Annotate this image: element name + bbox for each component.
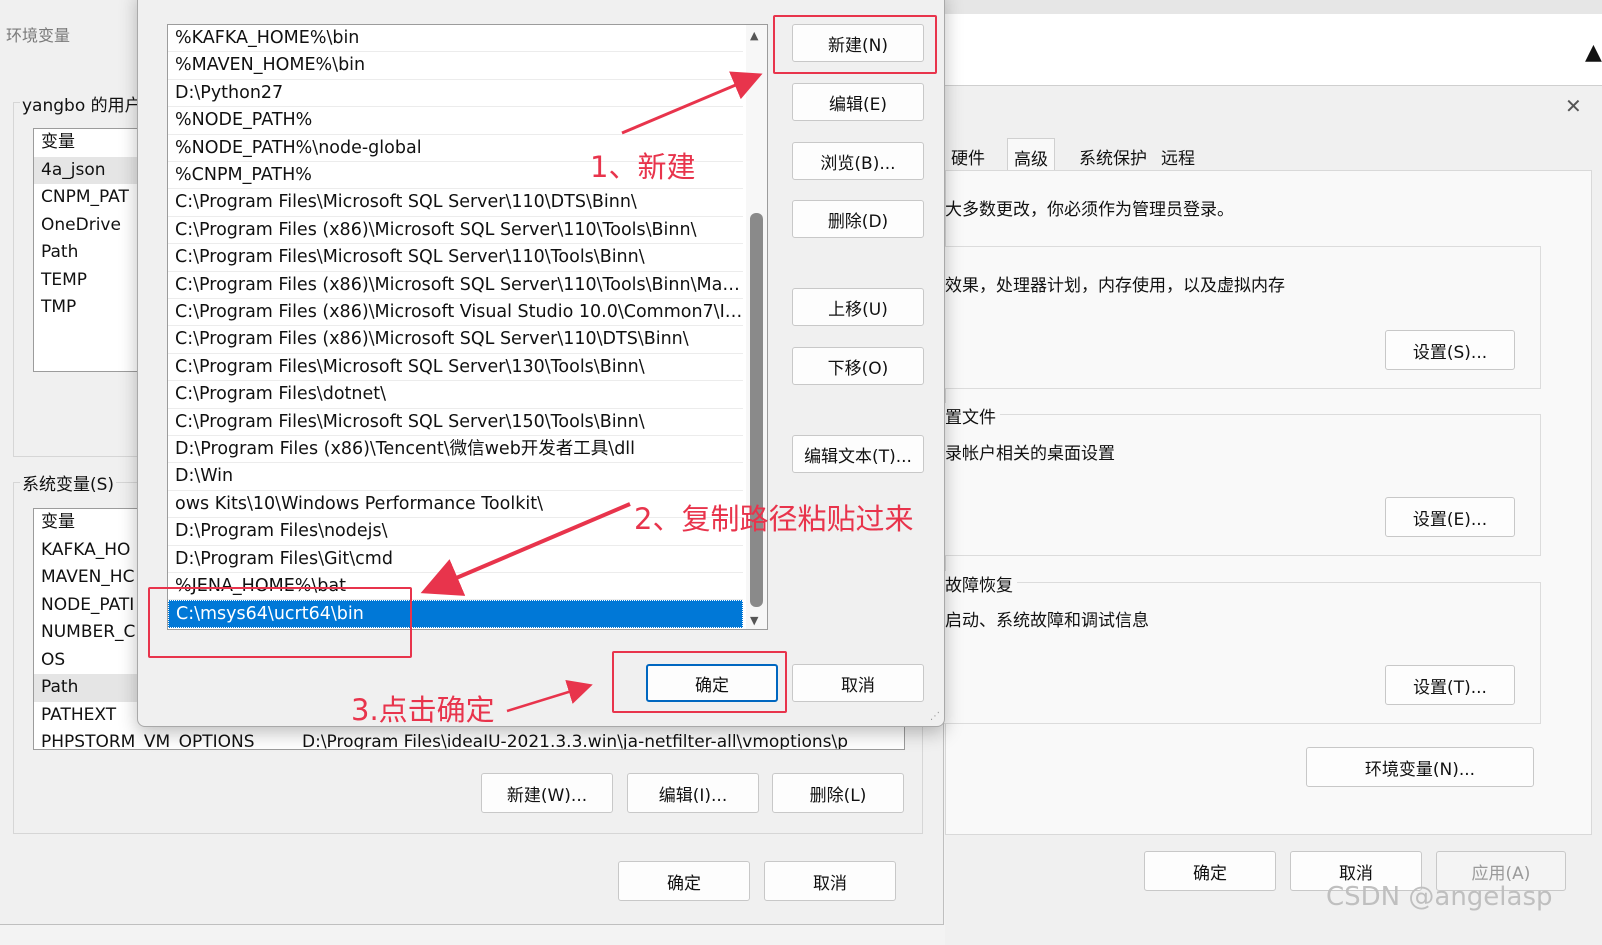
env-cancel-button[interactable]: 取消 <box>764 861 896 901</box>
user-vars-label: yangbo 的用户 <box>20 91 144 116</box>
path-entry[interactable]: C:\Program Files\Microsoft SQL Server\11… <box>168 244 743 272</box>
path-cancel-button[interactable]: 取消 <box>792 664 924 702</box>
list-item[interactable]: PHPSTORM_VM_OPTIONS D:\Program Files\ide… <box>34 729 904 750</box>
path-entry[interactable]: C:\Program Files\Microsoft SQL Server\11… <box>168 189 743 217</box>
scrollbar-thumb[interactable] <box>750 213 763 607</box>
highlight-new-entry <box>148 587 412 658</box>
path-entry[interactable]: D:\Win <box>168 463 743 491</box>
path-entry[interactable]: D:\Program Files\Git\cmd <box>168 546 743 573</box>
startup-settings-button[interactable]: 设置(T)... <box>1385 665 1515 705</box>
list-item-name: PHPSTORM_VM_OPTIONS <box>41 732 255 750</box>
path-entry[interactable]: %NODE_PATH% <box>168 107 743 135</box>
profile-title: 置文件 <box>945 403 1000 428</box>
path-move-down-button[interactable]: 下移(O) <box>792 347 924 385</box>
close-icon[interactable]: ✕ <box>1565 94 1582 118</box>
path-edit-button[interactable]: 编辑(E) <box>792 83 924 121</box>
system-vars-label: 系统变量(S) <box>20 470 117 495</box>
path-entry[interactable]: C:\Program Files (x86)\Microsoft SQL Ser… <box>168 272 743 299</box>
tab-advanced[interactable]: 高级 <box>1007 138 1055 170</box>
profile-desc: 录帐户相关的桌面设置 <box>945 444 1115 464</box>
path-entry[interactable]: C:\Program Files (x86)\Microsoft SQL Ser… <box>168 217 743 245</box>
path-move-up-button[interactable]: 上移(U) <box>792 288 924 326</box>
list-item-value: D:\Program Files\ideaIU-2021.3.3.win\ja-… <box>302 732 849 750</box>
performance-settings-button[interactable]: 设置(S)... <box>1385 330 1515 370</box>
sysprops-ok-button[interactable]: 确定 <box>1144 851 1276 891</box>
path-entry[interactable]: C:\Program Files\dotnet\ <box>168 381 743 409</box>
highlight-ok-button <box>612 651 787 713</box>
startup-title: 故障恢复 <box>945 571 1017 596</box>
env-ok-button[interactable]: 确定 <box>618 861 750 901</box>
path-entry[interactable]: C:\Program Files\Microsoft SQL Server\15… <box>168 409 743 436</box>
path-delete-button[interactable]: 删除(D) <box>792 200 924 238</box>
path-list-scrollbar[interactable]: ▲ ▼ <box>746 25 767 629</box>
path-entry[interactable]: %MAVEN_HOME%\bin <box>168 52 743 80</box>
path-entry[interactable]: D:\Program Files (x86)\Tencent\微信web开发者工… <box>168 436 743 464</box>
tab-hardware[interactable]: 硬件 <box>945 138 991 170</box>
path-entries-list[interactable]: %KAFKA_HOME%\bin %MAVEN_HOME%\bin D:\Pytho… <box>167 24 768 630</box>
system-delete-button[interactable]: 删除(L) <box>772 773 904 813</box>
system-properties-window: ▲ ✕ 硬件 高级 系统保护 远程 大多数更改，你必须作为管理员登录。 效果，处… <box>943 0 1602 945</box>
startup-desc: 启动、系统故障和调试信息 <box>945 611 1149 631</box>
admin-note: 大多数更改，你必须作为管理员登录。 <box>945 200 1234 220</box>
annotation-step3: 3.点击确定 <box>351 693 495 727</box>
path-entry[interactable]: C:\Program Files (x86)\Microsoft Visual … <box>168 299 743 327</box>
annotation-step1: 1、新建 <box>590 150 696 184</box>
resize-grip-icon[interactable]: ⋰ <box>930 711 940 722</box>
profile-settings-button[interactable]: 设置(E)... <box>1385 497 1515 537</box>
window-title: 环境变量 <box>6 26 71 45</box>
cursor-icon: ▲ <box>1585 40 1602 65</box>
scroll-up-icon[interactable]: ▲ <box>750 29 758 42</box>
environment-variables-button[interactable]: 环境变量(N)... <box>1306 747 1534 787</box>
performance-desc: 效果，处理器计划，内存使用，以及虚拟内存 <box>945 276 1285 296</box>
scroll-down-icon[interactable]: ▼ <box>750 614 758 627</box>
system-edit-button[interactable]: 编辑(I)... <box>627 773 759 813</box>
path-entry[interactable]: C:\Program Files (x86)\Microsoft SQL Ser… <box>168 326 743 354</box>
window-header <box>945 14 1602 86</box>
annotation-step2: 2、复制路径粘贴过来 <box>634 502 914 536</box>
system-new-button[interactable]: 新建(W)... <box>481 773 613 813</box>
path-entry[interactable]: C:\Program Files\Microsoft SQL Server\13… <box>168 354 743 382</box>
tab-system-protection[interactable]: 系统保护 <box>1073 138 1153 170</box>
path-entry[interactable]: %KAFKA_HOME%\bin <box>168 25 743 53</box>
path-browse-button[interactable]: 浏览(B)... <box>792 142 924 180</box>
path-edit-text-button[interactable]: 编辑文本(T)... <box>792 435 924 473</box>
watermark: CSDN @angelasp <box>1326 882 1553 912</box>
path-entry[interactable]: D:\Python27 <box>168 80 743 108</box>
highlight-new-button <box>773 15 937 74</box>
title-strip <box>945 0 1602 14</box>
tab-remote[interactable]: 远程 <box>1155 138 1201 170</box>
